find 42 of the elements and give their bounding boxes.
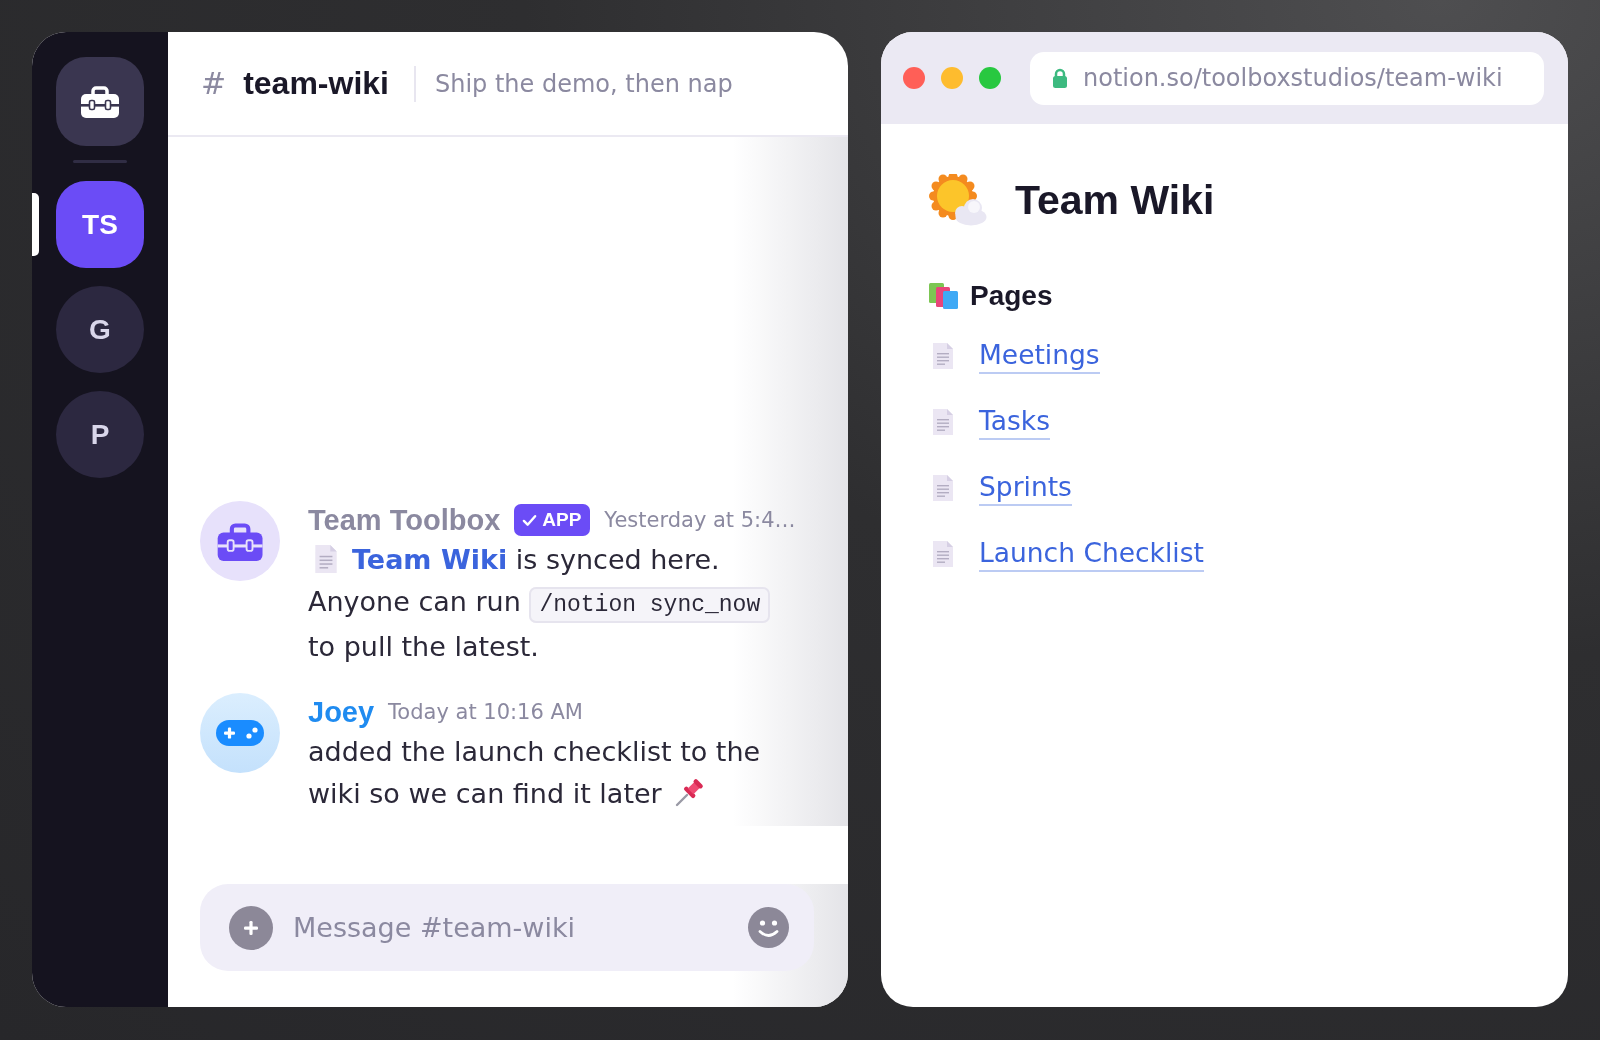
smiley-icon[interactable] <box>748 907 789 948</box>
gamepad-icon <box>200 693 280 773</box>
channel-name: team-wiki <box>243 65 389 102</box>
lock-icon <box>1052 68 1068 88</box>
code-snippet: /notion sync_now <box>529 587 771 623</box>
message-text: Team Wiki is synced here. Anyone can run /notion sync_now to pull the latest. <box>308 539 796 668</box>
message-timestamp: Yesterday at 5:4… <box>604 508 796 532</box>
toolbox-icon <box>80 84 120 119</box>
page-link[interactable]: Launch Checklist <box>979 536 1204 572</box>
message-timestamp: Today at 10:16 AM <box>388 700 583 724</box>
pushpin-icon <box>673 778 704 808</box>
check-icon <box>522 512 538 528</box>
server-button[interactable]: TS <box>56 181 144 268</box>
document-icon <box>932 408 954 436</box>
server-button[interactable]: P <box>56 391 144 478</box>
author-name: Team Toolbox <box>308 503 501 537</box>
document-icon <box>932 540 954 568</box>
page-title: Team Wiki <box>1015 176 1215 224</box>
app-label: APP <box>542 509 582 531</box>
home-button[interactable] <box>56 57 144 146</box>
address-bar[interactable]: notion.so/toolboxstudios/team-wiki <box>1030 51 1544 105</box>
document-icon <box>314 544 338 574</box>
document-icon <box>932 474 954 502</box>
message-input[interactable]: Message #team-wiki <box>200 884 814 971</box>
author-name: Joey <box>308 695 375 729</box>
channel-topic: Ship the demo, then nap <box>434 69 733 98</box>
section-heading: Pages <box>970 280 1053 312</box>
page-link[interactable]: Team Wiki <box>352 544 508 575</box>
plus-icon[interactable] <box>229 905 273 950</box>
selection-indicator <box>32 193 39 256</box>
server-button[interactable]: G <box>56 286 144 373</box>
sun-cloud-icon <box>929 174 987 226</box>
document-icon <box>932 342 954 370</box>
maximize-icon[interactable] <box>979 67 1001 89</box>
channel-hash: # <box>201 66 227 101</box>
page-link[interactable]: Tasks <box>979 404 1050 440</box>
toolbox-icon <box>200 501 280 581</box>
books-icon <box>929 282 959 310</box>
page-link[interactable]: Sprints <box>979 470 1072 506</box>
close-icon[interactable] <box>903 67 925 89</box>
message-text: added the launch checklist to the wiki so we can find it later <box>308 735 761 811</box>
page-link[interactable]: Meetings <box>979 338 1100 374</box>
